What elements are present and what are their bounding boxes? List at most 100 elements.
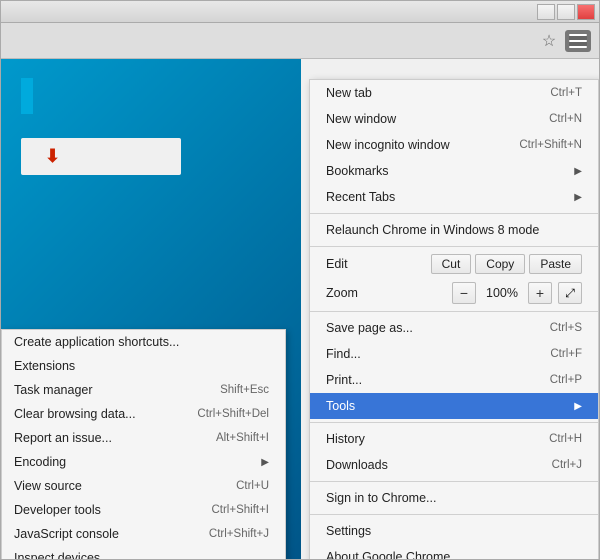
submenu-shortcut-8: Ctrl+Shift+J — [209, 528, 269, 540]
menu-item-label-print: Print... — [326, 373, 362, 387]
zoom-row: Zoom−100% + ⤢ — [310, 278, 598, 308]
menu-item-settings[interactable]: Settings — [310, 518, 598, 544]
submenu-label-5: Encoding — [14, 455, 66, 469]
menu-item-shortcut-new-incognito: Ctrl+Shift+N — [519, 139, 582, 151]
menu-separator-sep5 — [310, 481, 598, 482]
submenu-item-2[interactable]: Task manager Shift+Esc — [2, 378, 285, 402]
submenu-item-6[interactable]: View source Ctrl+U — [2, 474, 285, 498]
menu-item-label-find: Find... — [326, 347, 361, 361]
submenu-item-5[interactable]: Encoding — [2, 450, 285, 474]
menu-item-save-page[interactable]: Save page as... Ctrl+S — [310, 315, 598, 341]
zoom-plus-button[interactable]: + — [528, 282, 552, 304]
submenu-item-4[interactable]: Report an issue... Alt+Shift+I — [2, 426, 285, 450]
submenu-shortcut-3: Ctrl+Shift+Del — [197, 408, 269, 420]
submenu-item-1[interactable]: Extensions — [2, 354, 285, 378]
submenu-shortcut-7: Ctrl+Shift+I — [211, 504, 269, 516]
submenu-label-0: Create application shortcuts... — [14, 335, 179, 349]
menu-item-relaunch[interactable]: Relaunch Chrome in Windows 8 mode — [310, 217, 598, 243]
submenu-shortcut-2: Shift+Esc — [220, 384, 269, 396]
restore-button[interactable] — [557, 4, 575, 20]
menu-item-recent-tabs[interactable]: Recent Tabs — [310, 184, 598, 210]
ad-headline — [21, 79, 281, 114]
menu-item-print[interactable]: Print... Ctrl+P — [310, 367, 598, 393]
menu-item-about[interactable]: About Google Chrome — [310, 544, 598, 559]
menu-item-label-save-page: Save page as... — [326, 321, 413, 335]
minimize-button[interactable] — [537, 4, 555, 20]
submenu-item-list: Create application shortcuts... Extension… — [2, 330, 285, 559]
submenu-shortcut-6: Ctrl+U — [236, 480, 269, 492]
menu-separator-sep3 — [310, 311, 598, 312]
menu-separator-sep4 — [310, 422, 598, 423]
menu-item-tools[interactable]: Tools — [310, 393, 598, 419]
submenu-label-4: Report an issue... — [14, 431, 112, 445]
download-arrow-icon: ⬇ — [45, 146, 60, 167]
menu-item-label-recent-tabs: Recent Tabs — [326, 190, 395, 204]
nav-bar: ☆ — [1, 23, 599, 59]
submenu-label-9: Inspect devices — [14, 551, 100, 559]
submenu-item-7[interactable]: Developer tools Ctrl+Shift+I — [2, 498, 285, 522]
chrome-main-menu: New tab Ctrl+T New window Ctrl+N New incogni… — [309, 79, 599, 559]
menu-item-find[interactable]: Find... Ctrl+F — [310, 341, 598, 367]
menu-item-history[interactable]: HistoryCtrl+H — [310, 426, 598, 452]
menu-separator-sep1 — [310, 213, 598, 214]
submenu-item-9[interactable]: Inspect devices — [2, 546, 285, 559]
menu-item-label-about: About Google Chrome — [326, 550, 450, 559]
menu-separator-sep6 — [310, 514, 598, 515]
tools-submenu: Create application shortcuts... Extension… — [1, 329, 286, 559]
menu-item-shortcut-new-window: Ctrl+N — [549, 113, 582, 125]
menu-item-shortcut-downloads: Ctrl+J — [552, 459, 582, 471]
bookmark-star-icon[interactable]: ☆ — [539, 31, 559, 51]
menu-item-label-settings: Settings — [326, 524, 371, 538]
menu-separator-sep2 — [310, 246, 598, 247]
menu-item-shortcut-print: Ctrl+P — [550, 374, 582, 386]
menu-item-sign-in[interactable]: Sign in to Chrome... — [310, 485, 598, 511]
submenu-item-0[interactable]: Create application shortcuts... — [2, 330, 285, 354]
zoom-label: Zoom — [326, 286, 446, 300]
zoom-minus-button[interactable]: − — [452, 282, 476, 304]
menu-line-3 — [569, 46, 587, 48]
menu-item-new-tab[interactable]: New tab Ctrl+T — [310, 80, 598, 106]
content-area: ⬇ SAAP Create application shortcuts...Ex… — [1, 59, 599, 559]
menu-item-list: New tab Ctrl+T New window Ctrl+N New incogni… — [310, 80, 598, 559]
submenu-label-8: JavaScript console — [14, 527, 119, 541]
submenu-item-3[interactable]: Clear browsing data... Ctrl+Shift+Del — [2, 402, 285, 426]
menu-item-label-downloads: Downloads — [326, 458, 388, 472]
hamburger-icon — [569, 34, 587, 48]
submenu-label-6: View source — [14, 479, 82, 493]
menu-line-1 — [569, 34, 587, 36]
menu-item-label-sign-in: Sign in to Chrome... — [326, 491, 436, 505]
download-button[interactable]: ⬇ — [21, 138, 181, 175]
title-bar — [1, 1, 599, 23]
submenu-item-8[interactable]: JavaScript console Ctrl+Shift+J — [2, 522, 285, 546]
menu-item-label-bookmarks: Bookmarks — [326, 164, 389, 178]
chrome-menu-button[interactable] — [565, 30, 591, 52]
menu-item-new-incognito[interactable]: New incognito window Ctrl+Shift+N — [310, 132, 598, 158]
fullscreen-button[interactable]: ⤢ — [558, 282, 582, 304]
menu-item-bookmarks[interactable]: Bookmarks — [310, 158, 598, 184]
menu-item-label-tools: Tools — [326, 399, 355, 413]
menu-item-label-new-incognito: New incognito window — [326, 138, 450, 152]
menu-item-downloads[interactable]: Downloads Ctrl+J — [310, 452, 598, 478]
menu-item-shortcut-save-page: Ctrl+S — [550, 322, 582, 334]
submenu-label-3: Clear browsing data... — [14, 407, 136, 421]
menu-line-2 — [569, 40, 587, 42]
menu-item-shortcut-find: Ctrl+F — [550, 348, 582, 360]
ad-headline-deals — [21, 78, 33, 114]
submenu-shortcut-4: Alt+Shift+I — [216, 432, 269, 444]
copy-button[interactable]: Copy — [475, 254, 525, 274]
submenu-label-1: Extensions — [14, 359, 75, 373]
submenu-label-7: Developer tools — [14, 503, 101, 517]
submenu-label-2: Task manager — [14, 383, 93, 397]
menu-item-new-window[interactable]: New window Ctrl+N — [310, 106, 598, 132]
cut-button[interactable]: Cut — [431, 254, 472, 274]
paste-button[interactable]: Paste — [529, 254, 582, 274]
zoom-value: 100% — [482, 286, 522, 300]
close-button[interactable] — [577, 4, 595, 20]
menu-item-label-new-window: New window — [326, 112, 396, 126]
edit-label: Edit — [326, 257, 348, 271]
browser-window: ☆ ⬇ SAAP — [0, 0, 600, 560]
edit-buttons: CutCopyPaste — [431, 254, 582, 274]
menu-item-shortcut-new-tab: Ctrl+T — [550, 87, 582, 99]
menu-item-label-new-tab: New tab — [326, 86, 372, 100]
edit-row: Edit CutCopyPaste — [310, 250, 598, 278]
